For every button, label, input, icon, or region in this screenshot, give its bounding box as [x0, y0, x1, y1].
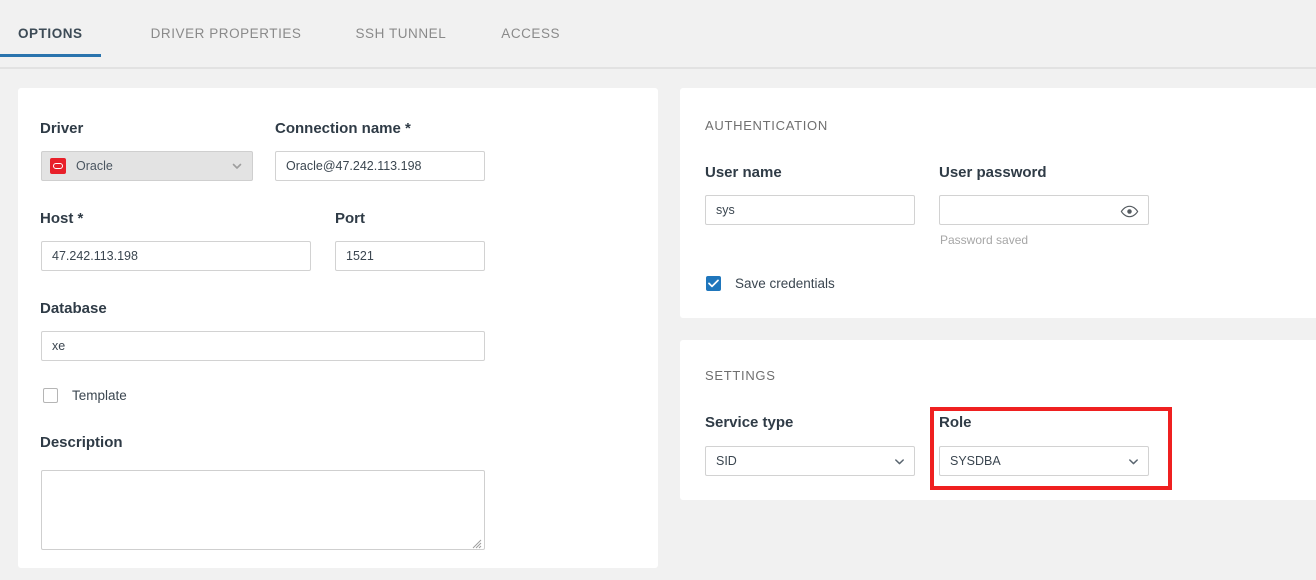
- tab-options[interactable]: OPTIONS: [18, 26, 83, 57]
- tab-ssh-tunnel-label: SSH TUNNEL: [356, 26, 447, 41]
- role-label: Role: [939, 414, 972, 431]
- authentication-card: AUTHENTICATION User name sys User passwo…: [680, 88, 1316, 318]
- driver-label: Driver: [40, 120, 83, 137]
- save-credentials-row[interactable]: Save credentials: [706, 276, 835, 291]
- tab-ssh-tunnel[interactable]: SSH TUNNEL: [356, 26, 447, 57]
- resize-handle-icon[interactable]: [471, 536, 482, 547]
- service-type-select[interactable]: SID: [705, 446, 915, 476]
- save-credentials-checkbox[interactable]: [706, 276, 721, 291]
- role-select[interactable]: SYSDBA: [939, 446, 1149, 476]
- user-name-input[interactable]: sys: [705, 195, 915, 225]
- tab-bar-divider: [0, 67, 1316, 69]
- service-type-label: Service type: [705, 414, 793, 431]
- settings-card: SETTINGS Service type SID Role SYSDBA: [680, 340, 1316, 500]
- role-value: SYSDBA: [950, 454, 1001, 468]
- eye-icon[interactable]: [1111, 197, 1147, 225]
- port-label: Port: [335, 210, 365, 227]
- database-value: xe: [52, 340, 65, 353]
- user-password-label: User password: [939, 164, 1047, 181]
- connection-settings-card: Driver Oracle Connection name * Oracle@4…: [18, 88, 658, 568]
- tab-driver-properties-label: DRIVER PROPERTIES: [151, 26, 302, 41]
- template-checkbox[interactable]: [43, 388, 58, 403]
- connection-name-input[interactable]: Oracle@47.242.113.198: [275, 151, 485, 181]
- tab-access[interactable]: ACCESS: [501, 26, 560, 57]
- port-input[interactable]: 1521: [335, 241, 485, 271]
- driver-select-value: Oracle: [76, 159, 113, 173]
- connection-name-label: Connection name *: [275, 120, 411, 137]
- template-checkbox-row[interactable]: Template: [43, 388, 127, 403]
- description-textarea[interactable]: [41, 470, 485, 550]
- save-credentials-label: Save credentials: [735, 276, 835, 291]
- service-type-value: SID: [716, 454, 737, 468]
- tab-list: OPTIONS DRIVER PROPERTIES SSH TUNNEL ACC…: [0, 26, 560, 57]
- oracle-logo-icon: [50, 158, 66, 174]
- user-name-value: sys: [716, 204, 735, 217]
- chevron-down-icon: [1128, 456, 1138, 466]
- chevron-down-icon: [232, 161, 242, 171]
- host-value: 47.242.113.198: [52, 250, 138, 263]
- database-input[interactable]: xe: [41, 331, 485, 361]
- tab-options-label: OPTIONS: [18, 26, 83, 41]
- host-input[interactable]: 47.242.113.198: [41, 241, 311, 271]
- connection-name-value: Oracle@47.242.113.198: [286, 160, 421, 173]
- port-value: 1521: [346, 250, 374, 263]
- user-name-label: User name: [705, 164, 782, 181]
- settings-section-title: SETTINGS: [705, 368, 776, 383]
- driver-select[interactable]: Oracle: [41, 151, 253, 181]
- database-label: Database: [40, 300, 107, 317]
- tab-access-label: ACCESS: [501, 26, 560, 41]
- chevron-down-icon: [894, 456, 904, 466]
- tab-bar: OPTIONS DRIVER PROPERTIES SSH TUNNEL ACC…: [0, 0, 1316, 70]
- description-label: Description: [40, 434, 123, 451]
- tab-driver-properties[interactable]: DRIVER PROPERTIES: [151, 26, 302, 57]
- authentication-section-title: AUTHENTICATION: [705, 118, 828, 133]
- template-label: Template: [72, 388, 127, 403]
- password-saved-hint: Password saved: [940, 233, 1028, 247]
- host-label: Host *: [40, 210, 83, 227]
- user-password-input[interactable]: [939, 195, 1149, 225]
